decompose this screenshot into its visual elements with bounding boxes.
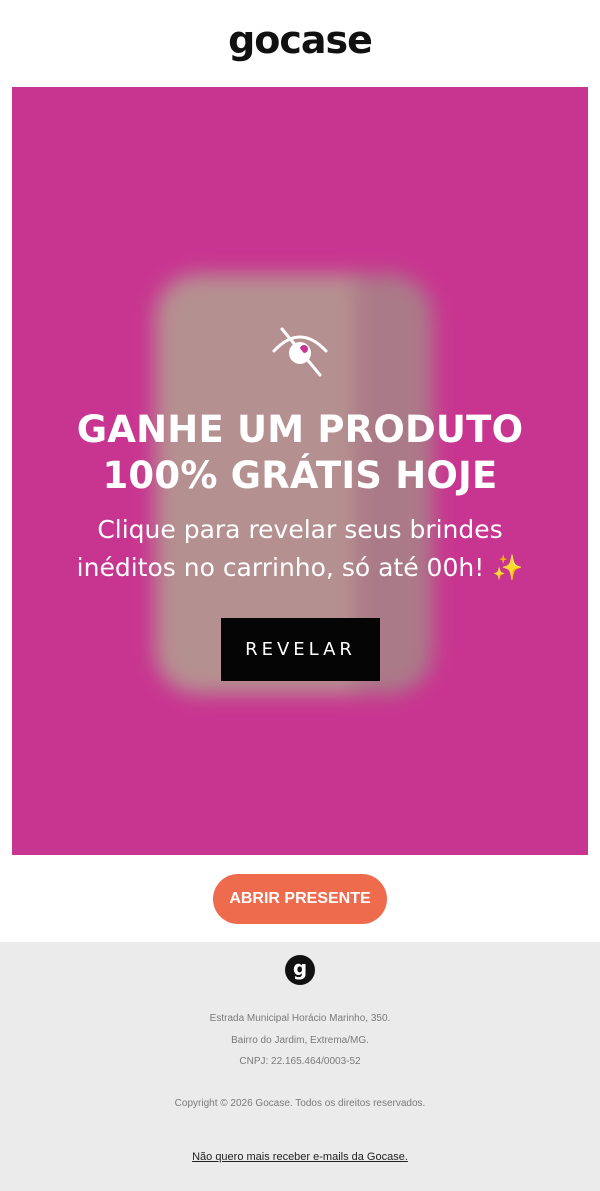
eye-slash-icon xyxy=(272,327,328,377)
address-line-2: Bairro do Jardim, Extrema/MG. xyxy=(231,1035,369,1046)
hero-headline: GANHE UM PRODUTO 100% GRÁTIS HOJE xyxy=(12,407,588,499)
gocase-footer-logo-icon[interactable]: g xyxy=(285,955,315,985)
reveal-button[interactable]: REVELAR xyxy=(221,618,380,681)
subline-line-1: Clique para revelar seus brindes xyxy=(97,515,503,544)
headline-line-2: 100% GRÁTIS HOJE xyxy=(102,454,498,497)
open-gift-button[interactable]: ABRIR PRESENTE xyxy=(213,873,387,924)
email-body: gocase GANHE UM PRODUTO 100% GRÁTIS HOJE… xyxy=(0,0,600,1191)
headline-line-1: GANHE UM PRODUTO xyxy=(76,408,524,451)
hero-banner[interactable]: GANHE UM PRODUTO 100% GRÁTIS HOJE Clique… xyxy=(12,87,588,855)
email-header: gocase xyxy=(0,0,600,87)
address-line-1: Estrada Municipal Horácio Marinho, 350. xyxy=(209,1013,391,1024)
cnpj-text: CNPJ: 22.165.464/0003-52 xyxy=(239,1056,361,1067)
email-footer: g Estrada Municipal Horácio Marinho, 350… xyxy=(0,942,600,1191)
copyright-text: Copyright © 2026 Gocase. Todos os direit… xyxy=(174,1098,426,1109)
subline-line-2-text: inéditos no carrinho, só até 00h! xyxy=(76,553,485,582)
sparkles-icon: ✨ xyxy=(492,553,524,582)
hero-subline: Clique para revelar seus brindes inédito… xyxy=(12,511,588,587)
gocase-logo[interactable]: gocase xyxy=(228,21,373,59)
subline-line-2: inéditos no carrinho, só até 00h! ✨ xyxy=(12,549,588,587)
cta-section: ABRIR PRESENTE xyxy=(0,855,600,942)
unsubscribe-link[interactable]: Não quero mais receber e-mails da Gocase… xyxy=(0,1151,600,1163)
